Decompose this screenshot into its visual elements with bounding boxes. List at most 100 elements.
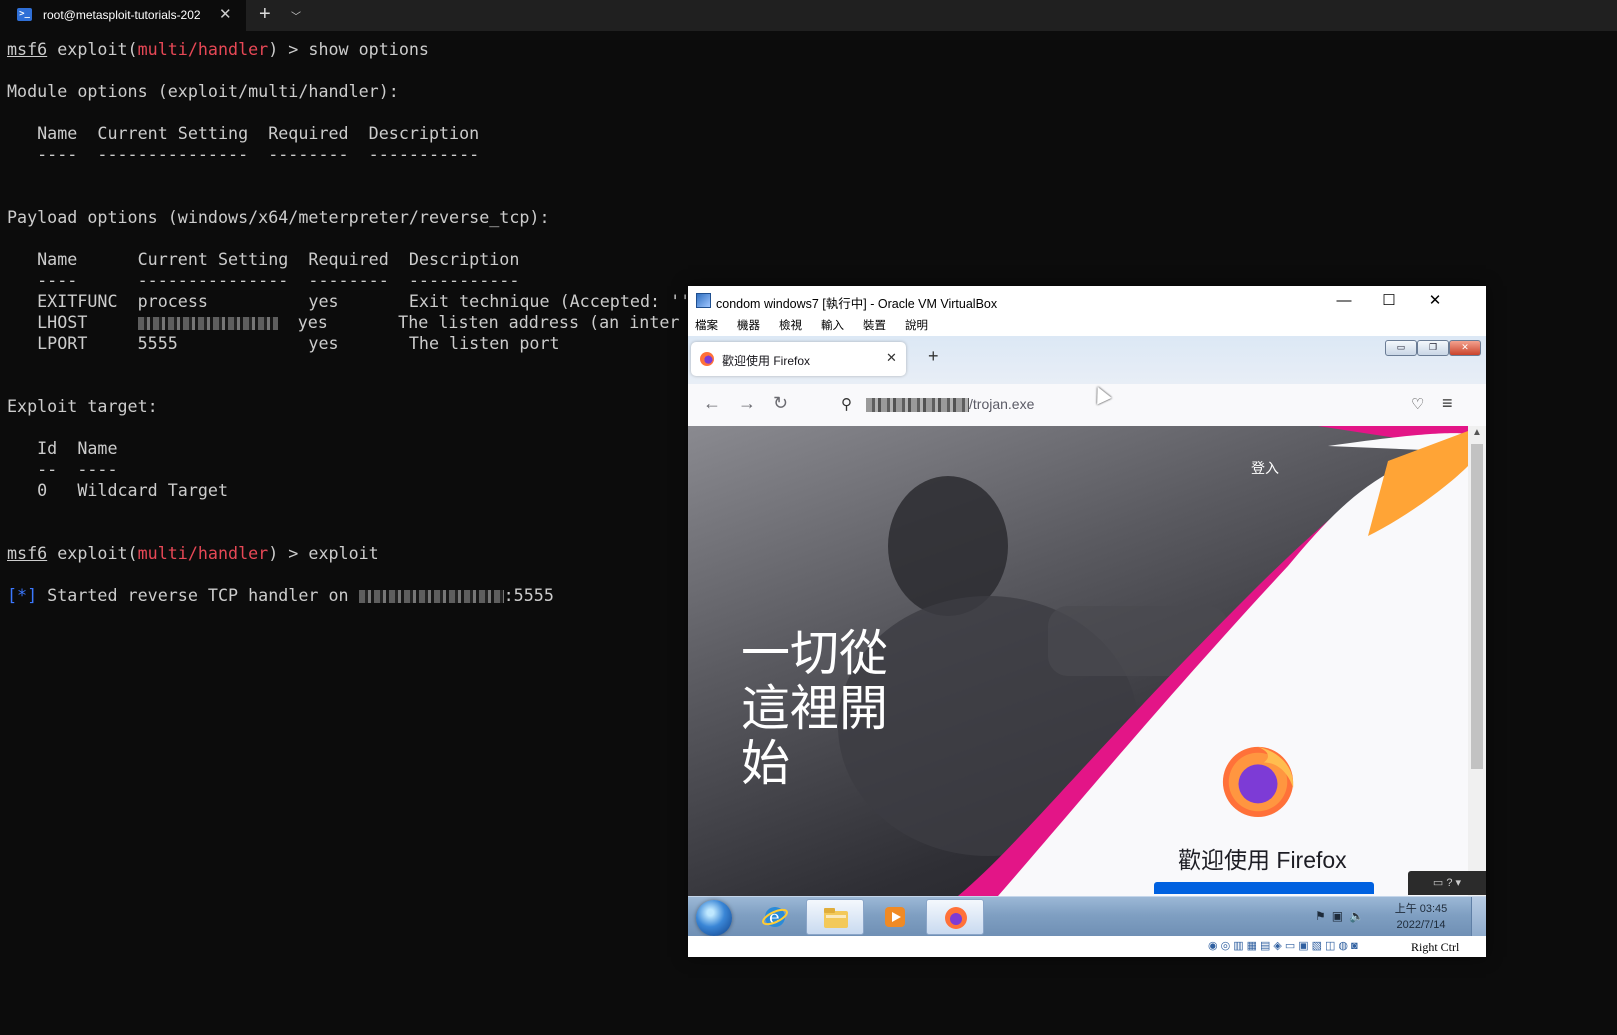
terminal-line: Exploit target:	[7, 396, 690, 417]
terminal-line: [*] Started reverse TCP handler on :5555	[7, 585, 690, 606]
vbox-device-icons[interactable]: ◉◎▥▦▤◈▭▣▧◫◍◙	[1208, 939, 1361, 952]
terminal-line: ---- --------------- -------- ----------…	[7, 270, 690, 291]
terminal-text: Id Name	[7, 438, 118, 458]
new-tab-button[interactable]: +	[259, 3, 271, 26]
terminal-line: LHOST yes The listen address (an inter	[7, 312, 690, 333]
menu-view[interactable]: 檢視	[779, 316, 802, 336]
terminal-text: ) > exploit	[268, 543, 379, 563]
scrollbar[interactable]: ▲	[1468, 426, 1486, 896]
menu-devices[interactable]: 裝置	[863, 316, 886, 336]
vbox-menu-bar: 檔案 機器 檢視 輸入 裝置 說明	[688, 316, 1486, 336]
internet-explorer-icon: e	[762, 907, 788, 928]
reload-icon[interactable]: ↻	[773, 393, 788, 414]
firefox-icon	[700, 352, 714, 366]
terminal-line: Id Name	[7, 438, 690, 459]
scroll-up-icon[interactable]: ▲	[1472, 427, 1482, 438]
start-button[interactable]	[696, 900, 732, 936]
terminal-text: -- ----	[7, 459, 118, 479]
close-icon[interactable]: ✕	[219, 5, 232, 23]
terminal-line: LPORT 5555 yes The listen port	[7, 333, 690, 354]
welcome-heading: 歡迎使用 Firefox	[1178, 847, 1347, 873]
clock-date: 2022/7/14	[1396, 919, 1446, 931]
scrollbar-thumb[interactable]	[1471, 444, 1483, 769]
redacted-host	[866, 398, 969, 413]
guest-close-button[interactable]: ✕	[1449, 340, 1481, 356]
menu-machine[interactable]: 機器	[737, 316, 760, 336]
vbox-mini-toolbar[interactable]: ▭ ? ▾	[1408, 871, 1486, 895]
get-started-button[interactable]	[1154, 882, 1374, 894]
back-icon[interactable]: ←	[703, 393, 721, 414]
search-icon: ⚲	[841, 396, 852, 413]
virtualbox-window[interactable]: condom windows7 [執行中] - Oracle VM Virtua…	[688, 286, 1486, 957]
terminal-text: LPORT 5555 yes The listen port	[7, 333, 560, 353]
terminal-line: msf6 exploit(multi/handler) > exploit	[7, 543, 690, 564]
terminal-text: multi/handler	[137, 39, 269, 59]
hamburger-menu-icon[interactable]: ≡	[1442, 393, 1453, 414]
terminal-text: Name Current Setting Required Descriptio…	[7, 249, 520, 269]
menu-help[interactable]: 說明	[905, 316, 928, 336]
guest-screen[interactable]: 歡迎使用 Firefox ✕ + ▭ ❐ ✕ ← → ↻ ⚲ /trojan.e…	[688, 336, 1486, 956]
terminal-line: ---- --------------- -------- ----------…	[7, 144, 690, 165]
taskbar-media-player[interactable]	[866, 899, 924, 935]
media-player-icon	[885, 907, 905, 927]
firefox-tab[interactable]: 歡迎使用 Firefox ✕	[691, 342, 906, 376]
terminal-text: exploit(	[47, 543, 138, 563]
terminal-line: EXITFUNC process yes Exit technique (Acc…	[7, 291, 690, 312]
clock-time: 上午 03:45	[1394, 903, 1448, 915]
firefox-nav-bar: ← → ↻ ⚲ /trojan.exe ♡ ≡	[688, 384, 1486, 426]
taskbar-firefox[interactable]	[926, 899, 984, 935]
menu-file[interactable]: 檔案	[695, 316, 718, 336]
show-desktop-button[interactable]	[1471, 897, 1486, 937]
terminal-text: exploit(	[47, 39, 138, 59]
close-icon[interactable]: ✕	[886, 350, 897, 366]
terminal-text: LHOST	[7, 312, 138, 332]
terminal-line: msf6 exploit(multi/handler) > show optio…	[7, 39, 690, 60]
firefox-icon	[945, 907, 967, 929]
login-link[interactable]: 登入	[1251, 458, 1279, 478]
terminal-text: msf6	[7, 543, 48, 563]
terminal-text: :5555	[503, 585, 554, 605]
terminal-tab[interactable]: >_ root@metasploit-tutorials-202 ✕	[0, 0, 246, 31]
minimize-button[interactable]: —	[1324, 289, 1364, 313]
chevron-down-icon[interactable]: ﹀	[291, 8, 301, 23]
guest-restore-button[interactable]: ❐	[1417, 340, 1449, 356]
terminal-text: Started reverse TCP handler on	[37, 585, 359, 605]
pocket-icon[interactable]: ♡	[1411, 395, 1424, 413]
terminal-tab-title: root@metasploit-tutorials-202	[43, 8, 201, 22]
clock[interactable]: 上午 03:45 2022/7/14	[1386, 901, 1456, 933]
terminal-line: 0 Wildcard Target	[7, 480, 690, 501]
folder-icon	[824, 908, 848, 928]
terminal-text: ---- --------------- -------- ----------…	[7, 270, 520, 290]
maximize-button[interactable]: ☐	[1369, 289, 1409, 313]
vbox-status-bar: ◉◎▥▦▤◈▭▣▧◫◍◙ Right Ctrl	[688, 936, 1486, 957]
terminal-text: Module options (exploit/multi/handler):	[7, 81, 399, 101]
guest-minimize-button[interactable]: ▭	[1385, 340, 1417, 356]
terminal-line: Payload options (windows/x64/meterpreter…	[7, 207, 690, 228]
terminal-line: Name Current Setting Required Descriptio…	[7, 123, 690, 144]
windows-taskbar: e ⚑▣🔈 上午 03:45 2022/7/14	[688, 896, 1486, 937]
close-button[interactable]: ✕	[1415, 289, 1455, 313]
taskbar-ie[interactable]: e	[746, 899, 804, 935]
taskbar-explorer[interactable]	[806, 899, 864, 935]
terminal-output[interactable]: msf6 exploit(multi/handler) > show optio…	[7, 39, 690, 606]
system-tray-icons[interactable]: ⚑▣🔈	[1315, 909, 1370, 923]
firefox-logo-icon	[1222, 746, 1294, 818]
url-bar[interactable]: /trojan.exe	[866, 396, 1035, 413]
redacted-ip	[358, 590, 504, 603]
terminal-text: EXITFUNC process yes Exit technique (Acc…	[7, 291, 691, 311]
terminal-text: Payload options (windows/x64/meterpreter…	[7, 207, 550, 227]
menu-input[interactable]: 輸入	[821, 316, 844, 336]
forward-icon[interactable]: →	[738, 393, 756, 414]
new-tab-button[interactable]: +	[928, 346, 939, 367]
url-path: /trojan.exe	[969, 396, 1035, 412]
terminal-text: Exploit target:	[7, 396, 158, 416]
vbox-title-bar[interactable]: condom windows7 [執行中] - Oracle VM Virtua…	[688, 286, 1486, 316]
